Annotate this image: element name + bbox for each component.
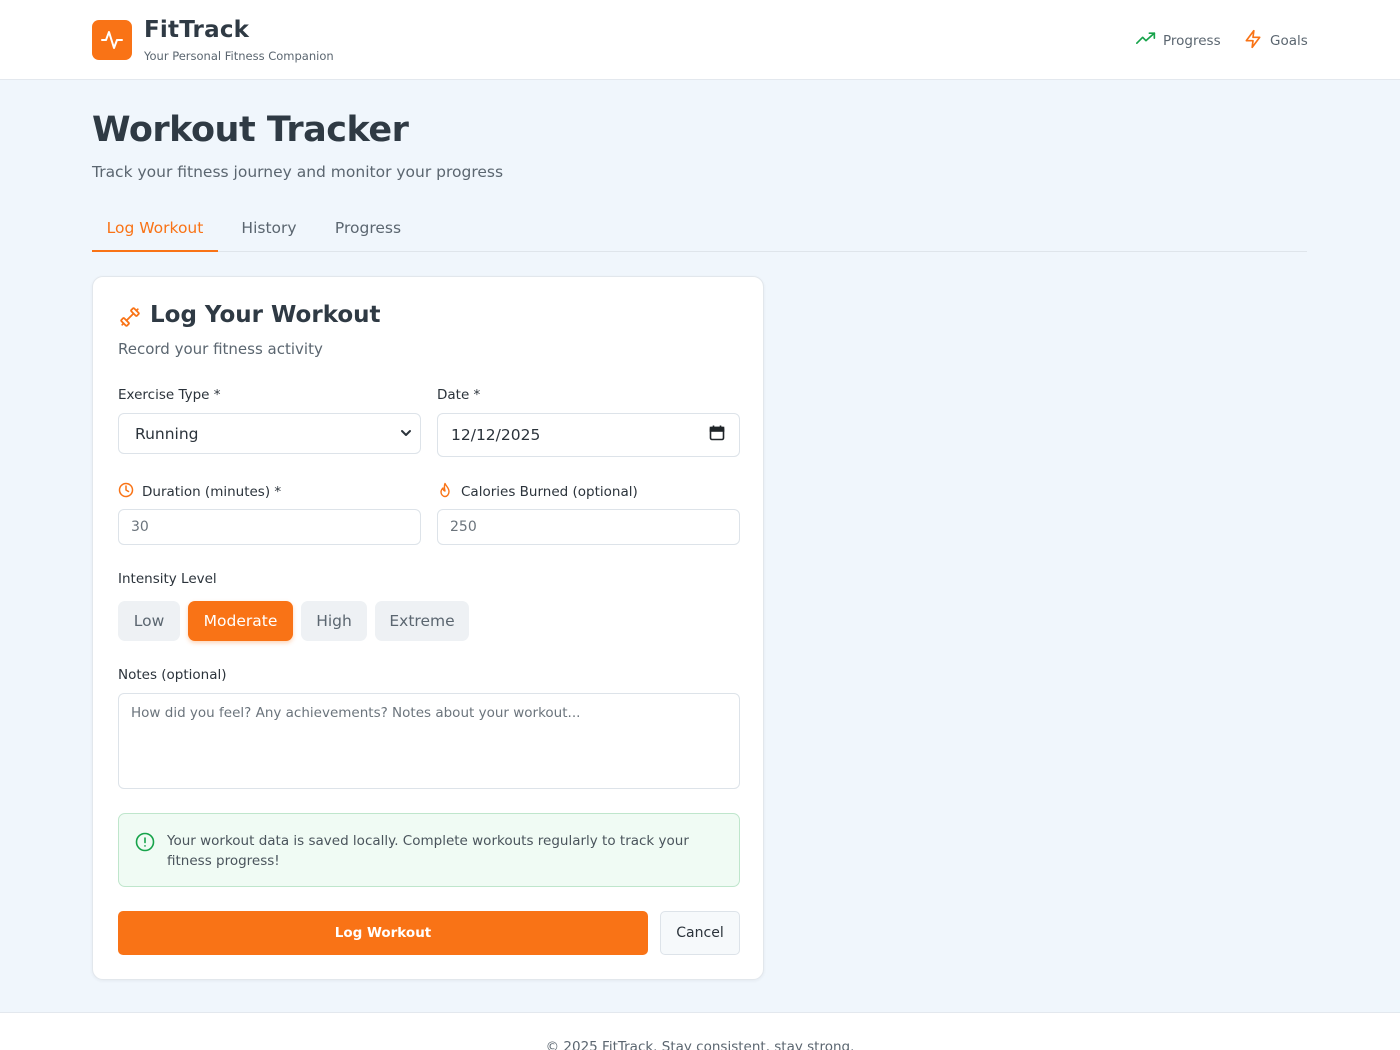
date-value: 12/12/2025 (451, 426, 541, 444)
exercise-type-value: Running (135, 424, 199, 443)
footer-text: © 2025 FitTrack. Stay consistent, stay s… (545, 1039, 855, 1050)
nav-goals-link[interactable]: Goals (1243, 29, 1308, 53)
card-title: Log Your Workout (150, 302, 381, 328)
trending-up-icon (1136, 31, 1156, 51)
calories-input[interactable]: 250 (437, 509, 740, 545)
calories-label-row: Calories Burned (optional) (437, 482, 638, 502)
exercise-type-label: Exercise Type * (118, 387, 221, 403)
nav-progress-link[interactable]: Progress (1136, 30, 1221, 52)
intensity-high-button[interactable]: High (301, 601, 367, 641)
brand-subtitle: Your Personal Fitness Companion (144, 49, 334, 63)
date-input[interactable]: 12/12/2025 (437, 413, 740, 457)
tabs-divider (92, 251, 1307, 252)
notes-textarea[interactable]: How did you feel? Any achievements? Note… (118, 693, 740, 789)
tab-log-workout[interactable]: Log Workout (92, 218, 218, 252)
intensity-moderate-button[interactable]: Moderate (188, 601, 293, 641)
log-workout-button[interactable]: Log Workout (118, 911, 648, 955)
alert-circle-icon (135, 832, 155, 856)
page-title: Workout Tracker (92, 110, 409, 150)
activity-logo-icon (92, 20, 132, 60)
page-footer: © 2025 FitTrack. Stay consistent, stay s… (0, 1012, 1400, 1050)
nav-goals-label: Goals (1270, 33, 1308, 49)
flame-icon (437, 482, 453, 502)
info-text: Your workout data is saved locally. Comp… (167, 833, 689, 869)
zap-icon (1243, 29, 1263, 53)
tab-progress[interactable]: Progress (326, 218, 410, 251)
top-header: FitTrack Your Personal Fitness Companion… (0, 0, 1400, 80)
intensity-label: Intensity Level (118, 571, 217, 587)
tab-history[interactable]: History (232, 218, 306, 251)
duration-label: Duration (minutes) * (142, 484, 282, 500)
nav-progress-label: Progress (1163, 33, 1221, 49)
date-label: Date * (437, 387, 481, 403)
log-workout-card: Log Your Workout Record your fitness act… (92, 276, 764, 980)
dumbbell-icon (118, 305, 142, 333)
calories-label: Calories Burned (optional) (461, 484, 638, 500)
cancel-button[interactable]: Cancel (660, 911, 740, 955)
card-subtitle: Record your fitness activity (118, 340, 323, 358)
intensity-low-button[interactable]: Low (118, 601, 180, 641)
notes-placeholder: How did you feel? Any achievements? Note… (131, 705, 581, 721)
calendar-icon[interactable] (709, 425, 725, 445)
exercise-type-select[interactable]: Running (118, 413, 421, 454)
intensity-extreme-button[interactable]: Extreme (375, 601, 469, 641)
duration-label-row: Duration (minutes) * (118, 482, 281, 502)
notes-label: Notes (optional) (118, 667, 227, 683)
clock-icon (118, 482, 134, 502)
page-subtitle: Track your fitness journey and monitor y… (92, 163, 504, 181)
info-alert: Your workout data is saved locally. Comp… (118, 813, 740, 887)
brand-title: FitTrack (144, 17, 250, 43)
calories-placeholder: 250 (450, 519, 477, 535)
duration-input[interactable]: 30 (118, 509, 421, 545)
duration-placeholder: 30 (131, 519, 149, 535)
chevron-down-icon (400, 425, 412, 443)
